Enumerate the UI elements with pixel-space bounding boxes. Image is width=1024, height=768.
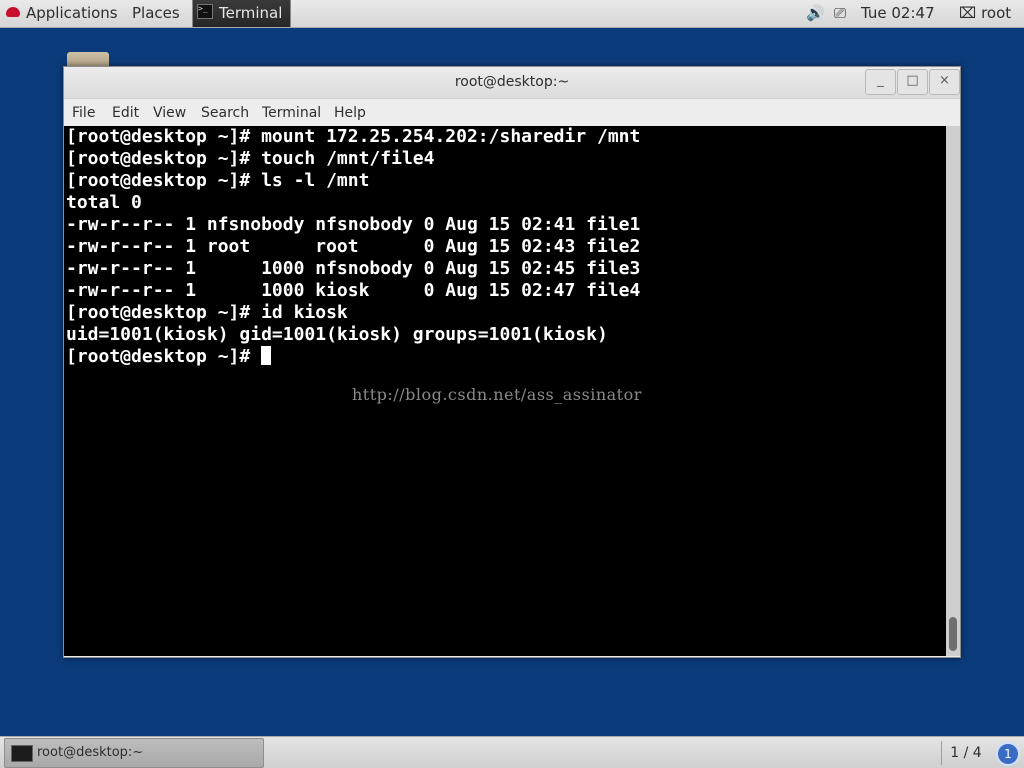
- text-cursor: [261, 346, 272, 365]
- terminal-line: -rw-r--r-- 1 nfsnobody nfsnobody 0 Aug 1…: [66, 214, 641, 235]
- terminal-prompt-line[interactable]: [root@desktop ~]#: [66, 346, 946, 368]
- menu-view[interactable]: View: [153, 99, 186, 127]
- watermark: http://blog.csdn.net/ass_assinator: [352, 385, 642, 404]
- terminal-prompt: [root@desktop ~]#: [66, 346, 262, 367]
- maximize-button[interactable]: □: [897, 69, 928, 95]
- workspace-switcher[interactable]: 1 / 4: [941, 741, 990, 765]
- terminal-line: total 0: [66, 192, 142, 213]
- terminal-line: uid=1001(kiosk) gid=1001(kiosk) groups=1…: [66, 324, 608, 345]
- terminal-line: -rw-r--r-- 1 1000 nfsnobody 0 Aug 15 02:…: [66, 258, 641, 279]
- close-button[interactable]: ×: [929, 69, 960, 95]
- menu-file[interactable]: File: [72, 99, 95, 127]
- taskbar-window-label: root@desktop:~: [37, 745, 144, 760]
- top-panel: Applications Places >_ Terminal 🔊 ⎚ Tue 0…: [0, 0, 1024, 28]
- menu-terminal[interactable]: Terminal: [262, 99, 321, 127]
- terminal-task-label: Terminal: [219, 4, 283, 22]
- notification-badge[interactable]: 1: [996, 742, 1020, 766]
- menu-search[interactable]: Search: [201, 99, 249, 127]
- terminal-task-button[interactable]: >_ Terminal: [192, 0, 292, 27]
- terminal-window: root@desktop:~ _ □ × File Edit View Search…: [63, 66, 961, 658]
- volume-icon[interactable]: 🔊: [806, 0, 825, 27]
- user-label: root: [981, 4, 1012, 22]
- terminal-line: [root@desktop ~]# id kiosk: [66, 302, 348, 323]
- window-title: root@desktop:~: [454, 74, 570, 90]
- places-menu[interactable]: Places: [132, 0, 180, 27]
- clock[interactable]: Tue 02:47: [861, 0, 935, 27]
- applications-menu[interactable]: Applications: [6, 0, 118, 27]
- terminal-output[interactable]: [root@desktop ~]# mount 172.25.254.202:/…: [64, 126, 946, 656]
- network-icon[interactable]: ⎚: [834, 0, 846, 27]
- user-menu[interactable]: ⌧ root: [959, 0, 1011, 27]
- window-controls: _ □ ×: [864, 69, 960, 95]
- terminal-line: [root@desktop ~]# mount 172.25.254.202:/…: [66, 126, 641, 147]
- scrollbar-thumb[interactable]: [949, 617, 957, 651]
- terminal-icon: [11, 745, 33, 762]
- terminal-line: -rw-r--r-- 1 root root 0 Aug 15 02:43 fi…: [66, 236, 641, 257]
- applications-label: Applications: [26, 4, 118, 22]
- bottom-panel: root@desktop:~ 1 / 4 1: [0, 736, 1024, 768]
- user-icon: ⌧: [959, 4, 977, 22]
- terminal-icon: >_: [197, 4, 213, 19]
- menu-help[interactable]: Help: [334, 99, 366, 127]
- terminal-line: [root@desktop ~]# touch /mnt/file4: [66, 148, 435, 169]
- window-titlebar[interactable]: root@desktop:~ _ □ ×: [64, 67, 960, 99]
- menu-edit[interactable]: Edit: [112, 99, 139, 127]
- terminal-line: [root@desktop ~]# ls -l /mnt: [66, 170, 370, 191]
- redhat-icon: [6, 6, 20, 17]
- minimize-button[interactable]: _: [865, 69, 896, 95]
- scrollbar[interactable]: [946, 126, 960, 656]
- terminal-line: -rw-r--r-- 1 1000 kiosk 0 Aug 15 02:47 f…: [66, 280, 641, 301]
- menubar: File Edit View Search Terminal Help: [64, 99, 960, 127]
- taskbar-window-button[interactable]: root@desktop:~: [4, 738, 264, 768]
